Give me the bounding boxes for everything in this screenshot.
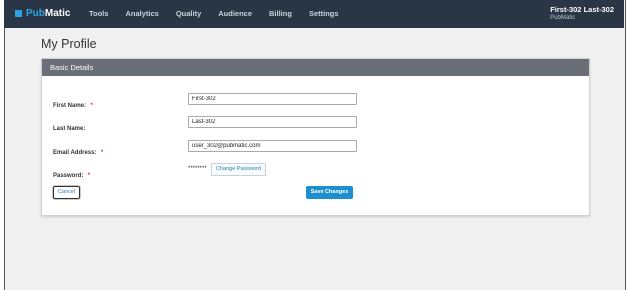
pubmatic-logo[interactable]: Pub Matic xyxy=(15,8,70,19)
first-name-label-text: First Name: xyxy=(53,103,87,109)
last-name-label-text: Last Name: xyxy=(53,126,86,132)
required-marker: * xyxy=(87,173,91,179)
first-name-label: First Name: * xyxy=(53,94,93,112)
logo-square-icon xyxy=(15,10,22,17)
card-header: Basic Details xyxy=(42,59,589,76)
password-label-text: Password: xyxy=(53,173,84,179)
nav-item-analytics[interactable]: Analytics xyxy=(125,9,158,18)
nav-item-audience[interactable]: Audience xyxy=(218,9,252,18)
user-menu[interactable]: First-302 Last-302 PubMatic xyxy=(550,5,614,21)
password-mask: ******** xyxy=(188,166,207,172)
first-name-field[interactable] xyxy=(188,93,357,105)
logo-text-matic: Matic xyxy=(44,8,71,19)
last-name-field[interactable] xyxy=(188,116,357,128)
required-marker: * xyxy=(100,150,104,156)
nav-item-settings[interactable]: Settings xyxy=(309,9,339,18)
email-field[interactable] xyxy=(188,140,357,152)
change-password-button[interactable]: Change Password xyxy=(211,163,266,176)
main-nav: Tools Analytics Quality Audience Billing… xyxy=(89,9,356,18)
page-title: My Profile xyxy=(41,37,97,51)
nav-item-quality[interactable]: Quality xyxy=(176,9,201,18)
email-label-text: Email Address: xyxy=(53,150,97,156)
user-org: PubMatic xyxy=(550,15,576,21)
password-label: Password: * xyxy=(53,164,90,182)
logo-text-pub: Pub xyxy=(26,8,45,19)
top-navigation-bar: Pub Matic Tools Analytics Quality Audienc… xyxy=(4,0,624,28)
last-name-label: Last Name: xyxy=(53,117,85,135)
cancel-button[interactable]: Cancel xyxy=(53,186,80,199)
save-changes-button[interactable]: Save Changes xyxy=(306,186,353,199)
email-label: Email Address: * xyxy=(53,141,103,159)
nav-item-tools[interactable]: Tools xyxy=(89,9,108,18)
required-marker: * xyxy=(90,103,93,109)
user-name: First-302 Last-302 xyxy=(550,5,614,14)
basic-details-card: Basic Details First Name: * Last Name: E… xyxy=(41,58,590,216)
nav-item-billing[interactable]: Billing xyxy=(269,9,292,18)
